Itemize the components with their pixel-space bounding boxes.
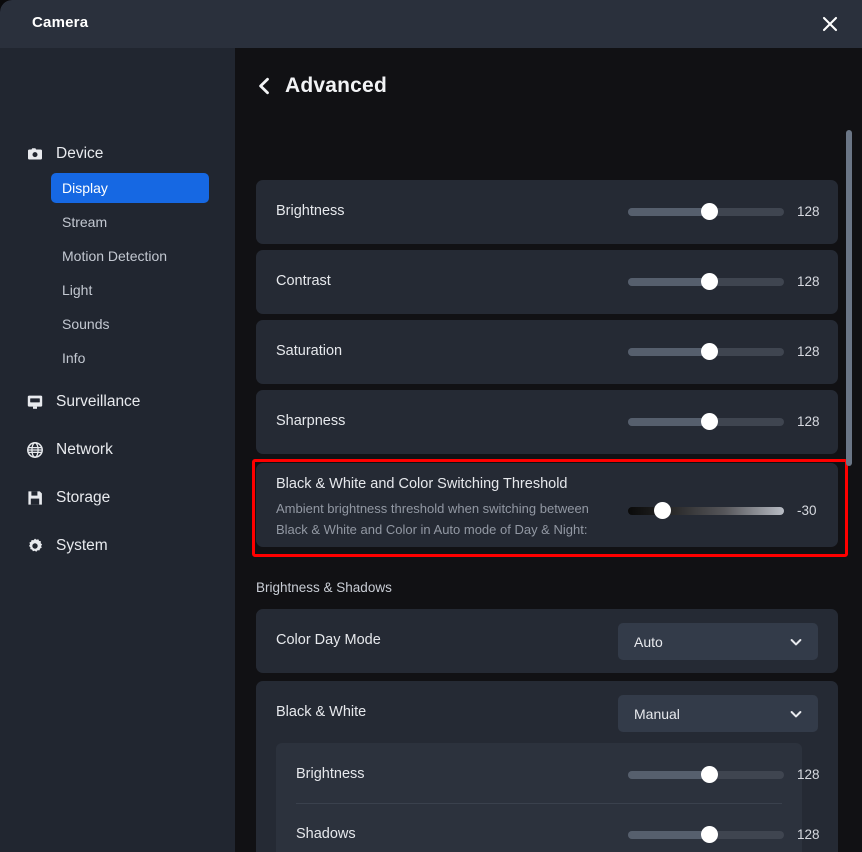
sidebar-item-label: Display <box>62 180 108 196</box>
row-label: Sharpness <box>276 413 346 429</box>
page-title: Advanced <box>285 74 387 97</box>
close-icon[interactable] <box>816 10 844 38</box>
window-title: Camera <box>32 14 89 31</box>
setting-row-sharpness: Sharpness 128 <box>256 390 838 454</box>
sharpness-slider[interactable] <box>628 413 784 430</box>
slider-thumb[interactable] <box>700 413 718 430</box>
sidebar-item-label: Info <box>62 350 86 366</box>
sidebar-item-stream[interactable]: Stream <box>51 207 209 237</box>
setting-row-black-and-white: Black & White Manual Brightness 128 Shad… <box>256 681 838 852</box>
sidebar-group-device[interactable]: Device <box>26 141 103 167</box>
sidebar-item-label: Motion Detection <box>62 248 168 264</box>
black-and-white-dropdown[interactable]: Manual <box>618 695 818 732</box>
contrast-slider[interactable] <box>628 273 784 290</box>
color-day-mode-dropdown[interactable]: Auto <box>618 623 818 660</box>
sidebar-item-motion-detection[interactable]: Motion Detection <box>51 241 209 271</box>
slider-value: 128 <box>797 827 820 842</box>
bw-brightness-slider[interactable] <box>628 766 784 783</box>
sidebar-item-display[interactable]: Display <box>51 173 209 203</box>
save-disk-icon <box>26 489 44 507</box>
setting-row-contrast: Contrast 128 <box>256 250 838 314</box>
slider-fill <box>628 831 709 839</box>
settings-scroll-area: Brightness 128 Contrast 128 Saturation 1… <box>235 124 862 852</box>
setting-row-saturation: Saturation 128 <box>256 320 838 384</box>
row-label: Black & White <box>276 704 367 720</box>
slider-thumb[interactable] <box>653 502 671 519</box>
sidebar-item-label: Stream <box>62 214 108 230</box>
slider-value: -30 <box>797 503 817 518</box>
slider-thumb[interactable] <box>700 766 718 783</box>
sidebar-group-label: Device <box>56 145 104 162</box>
page-header-back[interactable]: Advanced <box>257 74 387 98</box>
sidebar-item-light[interactable]: Light <box>51 275 209 305</box>
slider-value: 128 <box>797 414 820 429</box>
monitor-icon <box>26 393 44 411</box>
globe-icon <box>26 441 44 459</box>
slider-value: 128 <box>797 274 820 289</box>
sidebar-group-label: Network <box>56 441 113 458</box>
slider-value: 128 <box>797 204 820 219</box>
row-label: Saturation <box>276 343 343 359</box>
chevron-left-icon[interactable] <box>257 76 271 96</box>
slider-fill <box>628 348 709 356</box>
sidebar-group-label: Surveillance <box>56 393 141 410</box>
camera-settings-window: Camera Device Display Stream Motion Dete… <box>0 0 862 852</box>
setting-row-brightness: Brightness 128 <box>256 180 838 244</box>
slider-thumb[interactable] <box>700 826 718 843</box>
sidebar-group-storage[interactable]: Storage <box>26 485 110 511</box>
divider <box>296 803 782 804</box>
slider-fill <box>628 771 709 779</box>
row-label: Brightness <box>296 766 365 782</box>
sidebar-item-sounds[interactable]: Sounds <box>51 309 209 339</box>
gear-icon <box>26 537 44 555</box>
slider-value: 128 <box>797 344 820 359</box>
dropdown-value: Manual <box>634 705 680 722</box>
slider-fill <box>628 418 709 426</box>
row-label: Black & White and Color Switching Thresh… <box>276 476 568 492</box>
camera-icon <box>26 145 44 163</box>
slider-fill <box>628 278 709 286</box>
black-and-white-subpanel: Brightness 128 Shadows 128 <box>276 743 820 852</box>
chevron-down-icon[interactable] <box>788 706 804 722</box>
slider-thumb[interactable] <box>700 343 718 360</box>
row-label: Shadows <box>296 826 356 842</box>
sidebar-group-system[interactable]: System <box>26 533 108 559</box>
setting-row-color-day-mode: Color Day Mode Auto <box>256 609 838 673</box>
vertical-scrollbar-track[interactable] <box>846 76 857 852</box>
sidebar-group-surveillance[interactable]: Surveillance <box>26 389 140 415</box>
sidebar-item-info[interactable]: Info <box>51 343 209 373</box>
row-label: Brightness <box>276 203 345 219</box>
bw-shadows-slider[interactable] <box>628 826 784 843</box>
row-description: Ambient brightness threshold when switch… <box>276 501 589 537</box>
brightness-slider[interactable] <box>628 203 784 220</box>
row-label: Color Day Mode <box>276 632 381 648</box>
chevron-down-icon[interactable] <box>788 634 804 650</box>
vertical-scrollbar-thumb[interactable] <box>846 130 852 466</box>
setting-row-bw-color-threshold: Black & White and Color Switching Thresh… <box>256 463 838 547</box>
window-titlebar: Camera <box>0 0 862 48</box>
content-area: Advanced Brightness 128 Contrast 128 Sat… <box>235 48 862 852</box>
section-title-brightness-shadows: Brightness & Shadows <box>256 580 392 595</box>
row-label: Contrast <box>276 273 331 289</box>
sidebar-group-label: Storage <box>56 489 111 506</box>
dropdown-value: Auto <box>634 633 663 650</box>
slider-fill <box>628 208 709 216</box>
sidebar-item-label: Sounds <box>62 316 110 332</box>
bw-color-threshold-slider[interactable] <box>628 502 784 519</box>
slider-thumb[interactable] <box>700 273 718 290</box>
sidebar: Device Display Stream Motion Detection L… <box>0 48 235 852</box>
sidebar-group-label: System <box>56 537 108 554</box>
sidebar-group-network[interactable]: Network <box>26 437 113 463</box>
sidebar-item-label: Light <box>62 282 93 298</box>
slider-thumb[interactable] <box>700 203 718 220</box>
slider-value: 128 <box>797 767 820 782</box>
saturation-slider[interactable] <box>628 343 784 360</box>
